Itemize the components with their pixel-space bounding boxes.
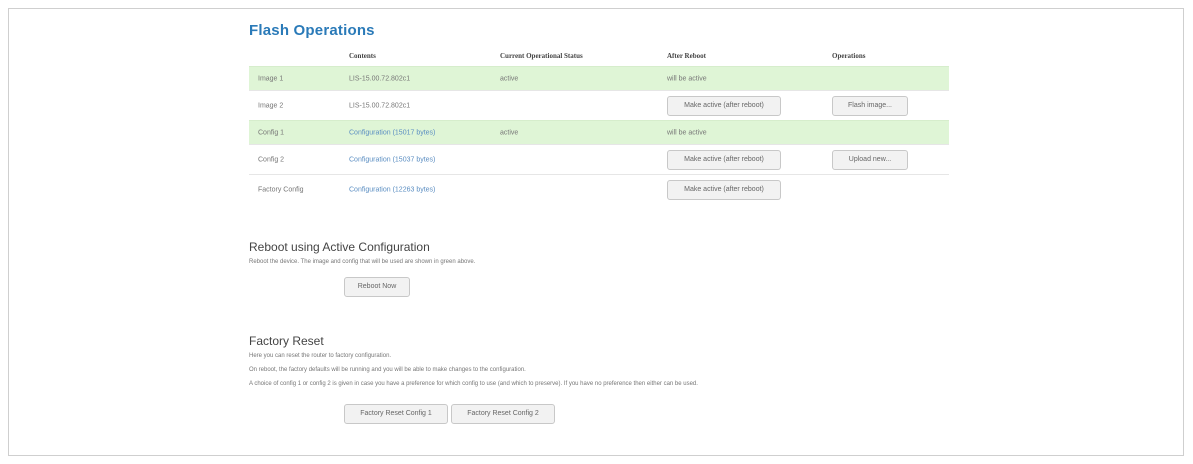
factory-reset-line-1: Here you can reset the router to factory…	[249, 353, 392, 359]
header-after-reboot: After Reboot	[667, 52, 706, 60]
table-row-image-1: Image 1 LIS-15.00.72.802c1 active will b…	[249, 66, 949, 90]
table-row-factory-config: Factory Config Configuration (12263 byte…	[249, 174, 949, 204]
factory-reset-title: Factory Reset	[249, 334, 324, 348]
flash-operations-table: Contents Current Operational Status Afte…	[249, 46, 949, 204]
factory-reset-config-2-button[interactable]: Factory Reset Config 2	[451, 404, 555, 424]
row-status: active	[500, 129, 519, 136]
make-active-button-factory-config[interactable]: Make active (after reboot)	[667, 179, 781, 200]
row-name: Config 2	[258, 156, 285, 163]
reboot-section: Reboot using Active Configuration Reboot…	[249, 240, 949, 297]
make-active-button-config-2[interactable]: Make active (after reboot)	[667, 149, 781, 170]
flash-image-button[interactable]: Flash image...	[832, 95, 908, 116]
factory-reset-section: Factory Reset Here you can reset the rou…	[249, 334, 949, 424]
factory-reset-line-2: On reboot, the factory defaults will be …	[249, 367, 526, 373]
header-contents: Contents	[349, 52, 376, 60]
upload-new-button[interactable]: Upload new...	[832, 149, 908, 170]
factory-reset-config-1-button[interactable]: Factory Reset Config 1	[344, 404, 448, 424]
config-2-link[interactable]: Configuration (15037 bytes)	[349, 156, 435, 163]
row-name: Image 1	[258, 75, 284, 82]
table-row-image-2: Image 2 LIS-15.00.72.802c1 Make active (…	[249, 90, 949, 120]
row-after-reboot: will be active	[667, 129, 707, 136]
table-header: Contents Current Operational Status Afte…	[249, 46, 949, 66]
make-active-button-image-2[interactable]: Make active (after reboot)	[667, 95, 781, 116]
row-name: Factory Config	[258, 186, 304, 193]
reboot-section-title: Reboot using Active Configuration	[249, 240, 430, 254]
factory-config-link[interactable]: Configuration (12263 bytes)	[349, 186, 435, 193]
row-name: Image 2	[258, 102, 284, 109]
row-name: Config 1	[258, 129, 285, 136]
row-status: active	[500, 75, 519, 82]
reboot-description: Reboot the device. The image and config …	[249, 259, 476, 265]
config-1-link[interactable]: Configuration (15017 bytes)	[349, 129, 435, 136]
row-after-reboot: will be active	[667, 75, 707, 82]
page-title: Flash Operations	[249, 22, 375, 39]
table-row-config-1: Config 1 Configuration (15017 bytes) act…	[249, 120, 949, 144]
header-operations: Operations	[832, 52, 866, 60]
reboot-now-button[interactable]: Reboot Now	[344, 277, 410, 297]
row-contents: LIS-15.00.72.802c1	[349, 75, 411, 82]
factory-reset-line-3: A choice of config 1 or config 2 is give…	[249, 381, 698, 387]
table-row-config-2: Config 2 Configuration (15037 bytes) Mak…	[249, 144, 949, 174]
header-status: Current Operational Status	[500, 52, 583, 60]
row-contents: LIS-15.00.72.802c1	[349, 102, 411, 109]
